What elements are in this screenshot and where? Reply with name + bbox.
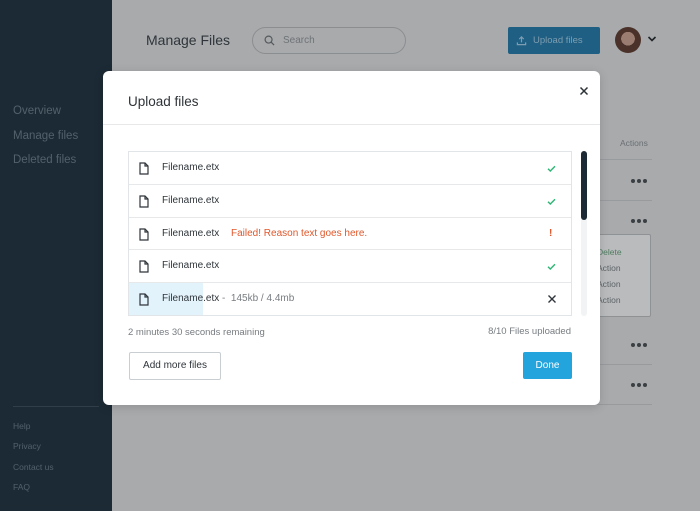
footer-link-faq[interactable]: FAQ bbox=[13, 482, 54, 502]
upload-icon bbox=[516, 35, 527, 46]
sidebar-item-overview[interactable]: Overview bbox=[13, 104, 78, 129]
actions-column-header: Actions bbox=[620, 138, 648, 148]
more-actions-icon[interactable] bbox=[631, 383, 649, 389]
sidebar-divider bbox=[13, 406, 99, 407]
modal-title: Upload files bbox=[128, 94, 199, 109]
avatar[interactable] bbox=[615, 27, 641, 53]
footer-link-contact[interactable]: Contact us bbox=[13, 462, 54, 482]
error-message: Failed! Reason text goes here. bbox=[231, 227, 368, 239]
check-icon bbox=[547, 198, 556, 205]
search-placeholder: Search bbox=[283, 35, 315, 46]
modal-divider bbox=[103, 124, 600, 125]
error-icon: ! bbox=[549, 227, 553, 239]
files-uploaded-count: 8/10 Files uploaded bbox=[488, 326, 571, 337]
sidebar-footer: Help Privacy Contact us FAQ bbox=[13, 421, 54, 502]
size-separator: - bbox=[222, 293, 226, 305]
file-icon bbox=[139, 227, 149, 241]
file-icon bbox=[139, 260, 149, 273]
file-name: Filename.etx bbox=[162, 260, 220, 272]
upload-modal: Upload files Filename.etx Filename.etx F… bbox=[103, 71, 600, 405]
file-row: Filename.etx bbox=[129, 185, 571, 218]
sidebar-item-deleted-files[interactable]: Deleted files bbox=[13, 153, 78, 178]
done-button[interactable]: Done bbox=[523, 352, 572, 379]
check-icon bbox=[547, 264, 556, 271]
upload-files-label: Upload files bbox=[533, 35, 583, 46]
file-name: Filename.etx bbox=[162, 227, 220, 239]
file-list: Filename.etx Filename.etx Filename.etx F… bbox=[128, 151, 572, 316]
upload-files-button[interactable]: Upload files bbox=[508, 27, 600, 54]
menu-item-action[interactable]: Action bbox=[597, 295, 621, 305]
footer-link-help[interactable]: Help bbox=[13, 421, 54, 441]
menu-item-action[interactable]: Action bbox=[597, 263, 621, 273]
sidebar: Overview Manage files Deleted files Help… bbox=[0, 0, 112, 511]
sidebar-nav: Overview Manage files Deleted files bbox=[13, 104, 78, 178]
file-row: Filename.etx bbox=[129, 152, 571, 185]
file-name: Filename.etx bbox=[162, 162, 220, 173]
menu-item-action[interactable]: Action bbox=[597, 279, 621, 289]
more-actions-icon[interactable] bbox=[631, 179, 649, 185]
scrollbar-thumb[interactable] bbox=[581, 151, 587, 220]
file-row-failed: Filename.etx Failed! Reason text goes he… bbox=[129, 218, 571, 251]
file-row: Filename.etx bbox=[129, 250, 571, 284]
page-title: Manage Files bbox=[146, 32, 231, 48]
file-size: - 145kb / 4.4mb bbox=[222, 293, 294, 304]
file-icon bbox=[139, 162, 149, 175]
more-actions-icon[interactable] bbox=[631, 343, 649, 349]
file-icon bbox=[139, 195, 149, 208]
file-name: Filename.etx bbox=[162, 194, 220, 206]
file-name: Filename.etx bbox=[162, 293, 220, 305]
file-icon bbox=[139, 293, 149, 306]
cancel-upload-icon[interactable] bbox=[547, 294, 557, 304]
more-actions-icon[interactable] bbox=[631, 219, 649, 225]
footer-link-privacy[interactable]: Privacy bbox=[13, 441, 54, 461]
search-input[interactable]: Search bbox=[252, 27, 406, 54]
close-icon[interactable] bbox=[577, 84, 591, 98]
search-icon bbox=[264, 35, 275, 46]
add-more-files-button[interactable]: Add more files bbox=[129, 352, 221, 380]
chevron-down-icon[interactable] bbox=[647, 35, 657, 43]
check-icon bbox=[547, 165, 556, 172]
time-remaining: 2 minutes 30 seconds remaining bbox=[128, 327, 265, 338]
size-progress: 145kb / 4.4mb bbox=[230, 293, 295, 305]
file-row-uploading: Filename.etx - 145kb / 4.4mb bbox=[129, 283, 571, 315]
menu-item-delete[interactable]: Delete bbox=[597, 247, 622, 257]
sidebar-item-manage-files[interactable]: Manage files bbox=[13, 129, 78, 154]
